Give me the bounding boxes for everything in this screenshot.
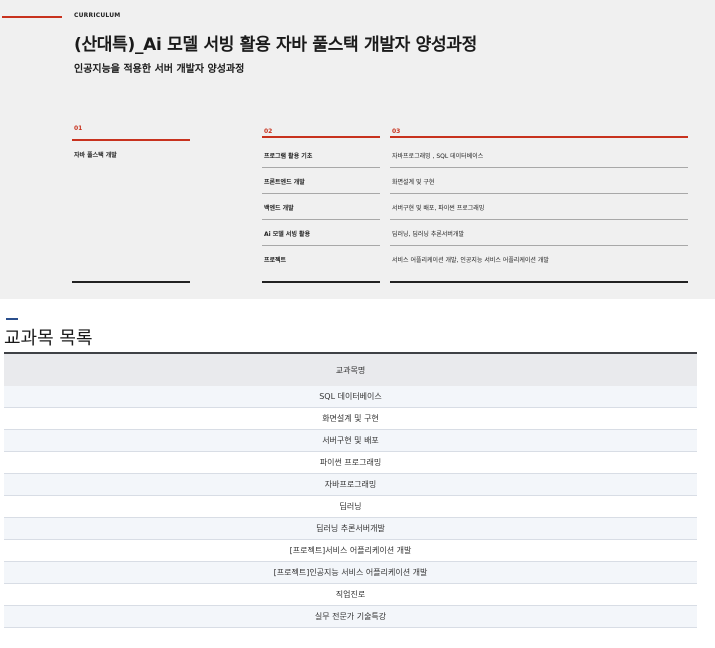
table-row: SQL 데이터베이스 bbox=[4, 386, 697, 408]
eyebrow-label: CURRICULUM bbox=[74, 12, 121, 19]
column-rule bbox=[390, 136, 688, 138]
section-title: 교과목 목록 bbox=[4, 328, 93, 349]
subject-table: 교과목명 SQL 데이터베이스 화면설계 및 구현 서버구현 및 배포 파이썬 … bbox=[4, 352, 697, 628]
table-body: SQL 데이터베이스 화면설계 및 구현 서버구현 및 배포 파이썬 프로그래밍… bbox=[4, 386, 697, 628]
column-item: Ai 모델 서빙 활용 bbox=[264, 231, 311, 238]
table-row: 딥러닝 bbox=[4, 496, 697, 518]
table-row: 파이썬 프로그래밍 bbox=[4, 452, 697, 474]
item-divider bbox=[390, 167, 688, 168]
column-item: 백엔드 개발 bbox=[264, 205, 294, 212]
column-number: 02 bbox=[264, 128, 273, 135]
column-rule bbox=[72, 139, 190, 141]
column-item: 자바프로그래밍 , SQL 데이터베이스 bbox=[392, 153, 484, 160]
column-item: 화면설계 및 구현 bbox=[392, 179, 435, 186]
table-row: 직업진로 bbox=[4, 584, 697, 606]
item-divider bbox=[390, 219, 688, 220]
course-title: (산대특)_Ai 모델 서빙 활용 자바 풀스택 개발자 양성과정 bbox=[74, 35, 477, 55]
item-divider bbox=[390, 193, 688, 194]
column-number: 03 bbox=[392, 128, 401, 135]
column-item: 자바 풀스택 개발 bbox=[74, 152, 117, 159]
table-row: 딥러닝 추론서버개발 bbox=[4, 518, 697, 540]
column-end-rule bbox=[262, 281, 380, 283]
table-row: [프로젝트]인공지능 서비스 어플리케이션 개발 bbox=[4, 562, 697, 584]
column-item: 서버구현 및 배포, 파이썬 프로그래밍 bbox=[392, 205, 485, 212]
table-row: 실무 전문가 기술특강 bbox=[4, 606, 697, 628]
eyebrow-rule bbox=[2, 16, 62, 18]
column-item: 서비스 어플리케이션 개발, 인공지능 서비스 어플리케이션 개발 bbox=[392, 257, 549, 264]
table-row: 자바프로그래밍 bbox=[4, 474, 697, 496]
column-number: 01 bbox=[74, 125, 83, 132]
column-item: 프로젝트 bbox=[264, 257, 287, 264]
column-item: 프로그램 활용 기초 bbox=[264, 153, 313, 160]
item-divider bbox=[262, 245, 380, 246]
column-item: 딥러닝, 딥러닝 추론서버개발 bbox=[392, 231, 464, 238]
item-divider bbox=[262, 219, 380, 220]
column-rule bbox=[262, 136, 380, 138]
column-end-rule bbox=[390, 281, 688, 283]
table-row: [프로젝트]서비스 어플리케이션 개발 bbox=[4, 540, 697, 562]
item-divider bbox=[262, 193, 380, 194]
table-row: 화면설계 및 구현 bbox=[4, 408, 697, 430]
section-accent-mark bbox=[6, 318, 18, 320]
table-row: 서버구현 및 배포 bbox=[4, 430, 697, 452]
column-item: 프론트엔드 개발 bbox=[264, 179, 305, 186]
item-divider bbox=[390, 245, 688, 246]
item-divider bbox=[262, 167, 380, 168]
column-end-rule bbox=[72, 281, 190, 283]
curriculum-panel: CURRICULUM (산대특)_Ai 모델 서빙 활용 자바 풀스택 개발자 … bbox=[0, 0, 715, 299]
course-subtitle: 인공지능을 적용한 서버 개발자 양성과정 bbox=[74, 64, 245, 75]
table-header: 교과목명 bbox=[4, 352, 697, 386]
